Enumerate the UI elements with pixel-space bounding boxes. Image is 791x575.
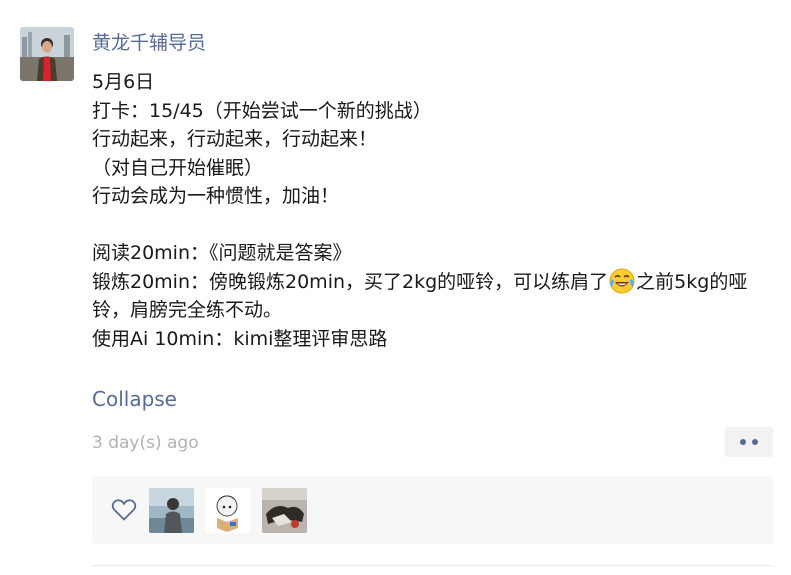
post-content: 5月6日 打卡：15/45（开始尝试一个新的挑战） 行动起来，行动起来，行动起来… xyxy=(92,68,772,353)
likes-section xyxy=(92,476,773,544)
post-timestamp: 3 day(s) ago xyxy=(92,433,199,453)
content-line: 使用Ai 10min：kimi整理评审思路 xyxy=(92,327,388,350)
dot xyxy=(752,439,758,445)
content-line: 5月6日 xyxy=(92,71,155,93)
divider xyxy=(92,565,773,566)
content-line: 阅读20min：《问题就是答案》 xyxy=(92,242,352,264)
content-line xyxy=(92,211,772,240)
liker-avatar-3[interactable] xyxy=(262,488,307,533)
content-line: 打卡：15/45（开始尝试一个新的挑战） xyxy=(92,99,432,122)
author-avatar[interactable] xyxy=(20,27,74,81)
tears-of-joy-emoji xyxy=(609,268,635,294)
collapse-link[interactable]: Collapse xyxy=(92,384,177,414)
liker-avatar-2[interactable] xyxy=(205,488,250,533)
content-line: 行动起来，行动起来，行动起来！ xyxy=(92,128,378,150)
content-line-exercise: 锻炼20min：傍晚锻炼20min，买了2kg的哑铃，可以练肩了 之前5kg的哑… xyxy=(92,268,772,325)
content-line: （对自己开始催眠） xyxy=(92,156,264,179)
heart-outline-icon[interactable] xyxy=(111,498,137,522)
author-name[interactable]: 黄龙千辅导员 xyxy=(92,29,206,57)
content-line: 行动会成为一种惯性，加油！ xyxy=(92,185,340,207)
dot xyxy=(740,439,746,445)
moments-post: 黄龙千辅导员 5月6日 打卡：15/45（开始尝试一个新的挑战） 行动起来，行动… xyxy=(0,0,791,575)
exercise-text-before: 锻炼20min：傍晚锻炼20min，买了2kg的哑铃，可以练肩了 xyxy=(92,270,609,293)
liker-avatar-1[interactable] xyxy=(149,488,194,533)
more-dots-icon[interactable] xyxy=(725,427,773,457)
